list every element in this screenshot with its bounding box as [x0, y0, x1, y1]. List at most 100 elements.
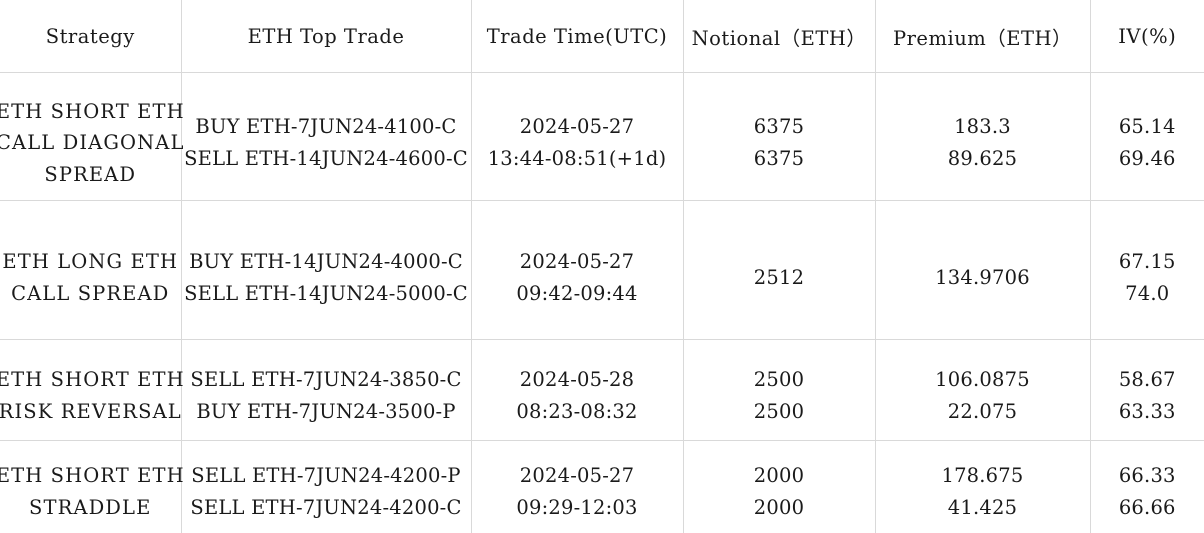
cell-line: 58.67: [1119, 364, 1176, 396]
column-header-notional: Notional（ETH）: [683, 0, 875, 73]
cell-line: 74.0: [1125, 278, 1169, 310]
cell-lines: 183.389.625: [876, 98, 1090, 174]
cell-lines: SELL ETH-7JUN24-3850-CBUY ETH-7JUN24-350…: [182, 353, 471, 427]
cell-premium: 178.67541.425: [875, 441, 1090, 533]
table-row: ETH SHORT ETHCALL DIAGONALSPREADBUY ETH-…: [0, 73, 1204, 201]
cell-line: ETH SHORT ETH: [0, 460, 185, 492]
cell-premium: 134.9706: [875, 201, 1090, 340]
cell-lines: ETH SHORT ETHSTRADDLE: [0, 450, 181, 523]
cell-lines: 134.9706: [876, 246, 1090, 294]
cell-line: SELL ETH-14JUN24-4600-C: [184, 143, 468, 175]
table-row: ETH LONG ETHCALL SPREADBUY ETH-14JUN24-4…: [0, 201, 1204, 340]
cell-line: SELL ETH-14JUN24-5000-C: [184, 278, 468, 310]
cell-lines: BUY ETH-14JUN24-4000-CSELL ETH-14JUN24-5…: [182, 230, 471, 309]
cell-top_trade: SELL ETH-7JUN24-3850-CBUY ETH-7JUN24-350…: [181, 340, 471, 441]
cell-top_trade: BUY ETH-14JUN24-4000-CSELL ETH-14JUN24-5…: [181, 201, 471, 340]
cell-lines: 67.1574.0: [1091, 230, 1204, 309]
cell-line: 6375: [754, 143, 804, 175]
cell-trade_time: 2024-05-2709:42-09:44: [471, 201, 683, 340]
cell-notional: 2512: [683, 201, 875, 340]
column-header-premium: Premium（ETH）: [875, 0, 1090, 73]
cell-line: 183.3: [954, 111, 1011, 143]
cell-notional: 20002000: [683, 441, 875, 533]
cell-lines: ETH LONG ETHCALL SPREAD: [0, 230, 181, 309]
column-header-iv: IV(%): [1090, 0, 1204, 73]
cell-line: 89.625: [948, 143, 1017, 175]
cell-lines: 58.6763.33: [1091, 353, 1204, 427]
eth-top-trades-table: StrategyETH Top TradeTrade Time(UTC)Noti…: [0, 0, 1204, 533]
cell-line: ETH SHORT ETH: [0, 96, 185, 128]
cell-line: 2500: [754, 364, 804, 396]
cell-line: BUY ETH-7JUN24-4100-C: [195, 111, 456, 143]
cell-iv: 58.6763.33: [1090, 340, 1204, 441]
cell-line: 2024-05-27: [520, 460, 634, 492]
cell-line: 41.425: [948, 492, 1017, 524]
cell-line: 13:44-08:51(+1d): [488, 143, 667, 175]
cell-iv: 65.1469.46: [1090, 73, 1204, 201]
cell-line: CALL SPREAD: [11, 278, 169, 310]
cell-lines: 63756375: [684, 98, 875, 174]
cell-lines: 2512: [684, 246, 875, 294]
cell-line: 134.9706: [935, 262, 1030, 294]
cell-strategy: ETH SHORT ETHRISK REVERSAL: [0, 340, 181, 441]
cell-line: 178.675: [941, 460, 1023, 492]
cell-lines: ETH SHORT ETHRISK REVERSAL: [0, 353, 181, 427]
cell-iv: 67.1574.0: [1090, 201, 1204, 340]
cell-line: 69.46: [1119, 143, 1176, 175]
cell-notional: 63756375: [683, 73, 875, 201]
cell-line: SELL ETH-7JUN24-4200-P: [191, 460, 460, 492]
cell-line: 22.075: [948, 396, 1017, 428]
cell-line: 2024-05-28: [520, 364, 634, 396]
cell-lines: 106.087522.075: [876, 353, 1090, 427]
table-row: ETH SHORT ETHSTRADDLESELL ETH-7JUN24-420…: [0, 441, 1204, 533]
cell-line: ETH LONG ETH: [2, 246, 178, 278]
column-header-top_trade: ETH Top Trade: [181, 0, 471, 73]
cell-line: 2000: [754, 460, 804, 492]
cell-trade_time: 2024-05-2709:29-12:03: [471, 441, 683, 533]
cell-line: SELL ETH-7JUN24-4200-C: [190, 492, 461, 524]
cell-line: 66.66: [1119, 492, 1176, 524]
cell-lines: 2024-05-2808:23-08:32: [472, 353, 683, 427]
cell-lines: BUY ETH-7JUN24-4100-CSELL ETH-14JUN24-46…: [182, 98, 471, 174]
cell-line: RISK REVERSAL: [0, 396, 182, 428]
cell-line: BUY ETH-14JUN24-4000-C: [189, 246, 463, 278]
cell-notional: 25002500: [683, 340, 875, 441]
cell-line: 08:23-08:32: [516, 396, 637, 428]
cell-line: 2000: [754, 492, 804, 524]
cell-line: SPREAD: [44, 159, 136, 191]
cell-lines: 66.3366.66: [1091, 450, 1204, 523]
column-header-trade_time: Trade Time(UTC): [471, 0, 683, 73]
table-body: ETH SHORT ETHCALL DIAGONALSPREADBUY ETH-…: [0, 73, 1204, 533]
cell-lines: SELL ETH-7JUN24-4200-PSELL ETH-7JUN24-42…: [182, 450, 471, 523]
cell-top_trade: SELL ETH-7JUN24-4200-PSELL ETH-7JUN24-42…: [181, 441, 471, 533]
cell-lines: ETH SHORT ETHCALL DIAGONALSPREAD: [0, 83, 181, 191]
trade-table-container: StrategyETH Top TradeTrade Time(UTC)Noti…: [0, 0, 1204, 529]
cell-lines: 65.1469.46: [1091, 98, 1204, 174]
cell-line: 65.14: [1119, 111, 1176, 143]
cell-line: BUY ETH-7JUN24-3500-P: [196, 396, 455, 428]
table-row: ETH SHORT ETHRISK REVERSALSELL ETH-7JUN2…: [0, 340, 1204, 441]
cell-line: 09:42-09:44: [516, 278, 637, 310]
cell-line: 6375: [754, 111, 804, 143]
cell-trade_time: 2024-05-2808:23-08:32: [471, 340, 683, 441]
cell-line: 63.33: [1119, 396, 1176, 428]
cell-premium: 106.087522.075: [875, 340, 1090, 441]
table-header: StrategyETH Top TradeTrade Time(UTC)Noti…: [0, 0, 1204, 73]
cell-line: SELL ETH-7JUN24-3850-C: [190, 364, 461, 396]
cell-lines: 2024-05-2709:42-09:44: [472, 230, 683, 309]
cell-line: ETH SHORT ETH: [0, 364, 185, 396]
cell-line: 2500: [754, 396, 804, 428]
cell-line: 2024-05-27: [520, 246, 634, 278]
cell-line: 67.15: [1119, 246, 1176, 278]
cell-line: 2512: [754, 262, 804, 294]
cell-iv: 66.3366.66: [1090, 441, 1204, 533]
cell-trade_time: 2024-05-2713:44-08:51(+1d): [471, 73, 683, 201]
cell-line: 09:29-12:03: [516, 492, 637, 524]
cell-top_trade: BUY ETH-7JUN24-4100-CSELL ETH-14JUN24-46…: [181, 73, 471, 201]
cell-line: STRADDLE: [29, 492, 151, 524]
column-header-strategy: Strategy: [0, 0, 181, 73]
cell-line: 106.0875: [935, 364, 1030, 396]
cell-line: 2024-05-27: [520, 111, 634, 143]
cell-lines: 20002000: [684, 450, 875, 523]
cell-lines: 25002500: [684, 353, 875, 427]
